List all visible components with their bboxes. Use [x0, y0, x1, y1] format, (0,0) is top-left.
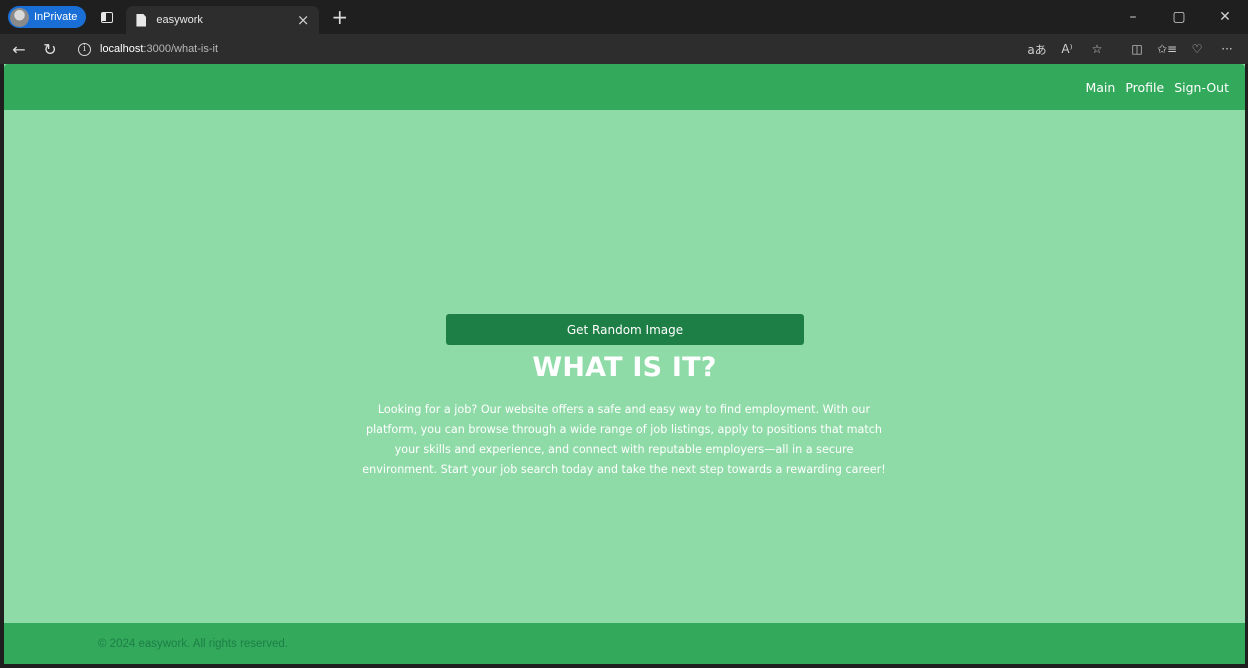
nav-link-main[interactable]: Main — [1085, 80, 1115, 95]
browser-titlebar: InPrivate easywork × + – ▢ ✕ — [0, 0, 1248, 34]
profile-label: InPrivate — [34, 11, 78, 23]
site-header: Main Profile Sign-Out — [4, 64, 1245, 110]
favorite-icon[interactable]: ☆ — [1082, 42, 1112, 56]
browser-toolbar: ← ↻ i localhost :3000/what-is-it aあ A⁾ ☆… — [0, 34, 1248, 64]
copilot-icon[interactable]: ♡ — [1182, 42, 1212, 56]
nav-link-profile[interactable]: Profile — [1125, 80, 1164, 95]
description-text: Looking for a job? Our website offers a … — [362, 403, 886, 476]
site-footer: © 2024 easywork. All rights reserved. — [4, 623, 1245, 664]
split-screen-icon[interactable]: ◫ — [1122, 42, 1152, 56]
inprivate-profile-button[interactable]: InPrivate — [8, 6, 87, 28]
new-tab-icon[interactable]: + — [331, 7, 348, 27]
info-icon[interactable]: i — [78, 42, 91, 56]
nav-link-sign-out[interactable]: Sign-Out — [1174, 80, 1229, 95]
restore-icon[interactable]: ▢ — [1156, 9, 1202, 25]
translate-icon[interactable]: aあ — [1022, 41, 1052, 58]
tab-title: easywork — [156, 14, 203, 26]
tab-easywork[interactable]: easywork × — [126, 6, 320, 34]
tab-actions-icon[interactable] — [92, 5, 122, 29]
address-bar[interactable]: i localhost :3000/what-is-it — [78, 38, 218, 60]
main-content: Get Random Image WHAT IS IT? Looking for… — [4, 110, 1245, 623]
minimize-icon[interactable]: – — [1110, 9, 1156, 25]
avatar — [10, 7, 29, 27]
page-title: WHAT IS IT? — [532, 352, 717, 383]
close-tab-icon[interactable]: × — [297, 12, 310, 28]
get-random-image-button[interactable]: Get Random Image — [446, 314, 804, 345]
copyright-text: © 2024 easywork. All rights reserved. — [98, 637, 289, 650]
url-path: :3000/what-is-it — [143, 43, 219, 55]
read-aloud-icon[interactable]: A⁾ — [1052, 42, 1082, 56]
more-icon[interactable]: ··· — [1212, 42, 1242, 56]
close-window-icon[interactable]: ✕ — [1202, 9, 1248, 25]
refresh-icon[interactable]: ↻ — [38, 40, 62, 59]
page-viewport: Main Profile Sign-Out Get Random Image W… — [4, 64, 1245, 664]
favorites-icon[interactable]: ✩≡ — [1152, 42, 1182, 56]
back-icon[interactable]: ← — [7, 40, 31, 59]
toolbar-icons: aあ A⁾ ☆ ◫ ✩≡ ♡ ··· — [1022, 41, 1242, 58]
window-controls: – ▢ ✕ — [1110, 9, 1248, 25]
url-host: localhost — [100, 43, 144, 55]
page-icon — [136, 13, 147, 27]
